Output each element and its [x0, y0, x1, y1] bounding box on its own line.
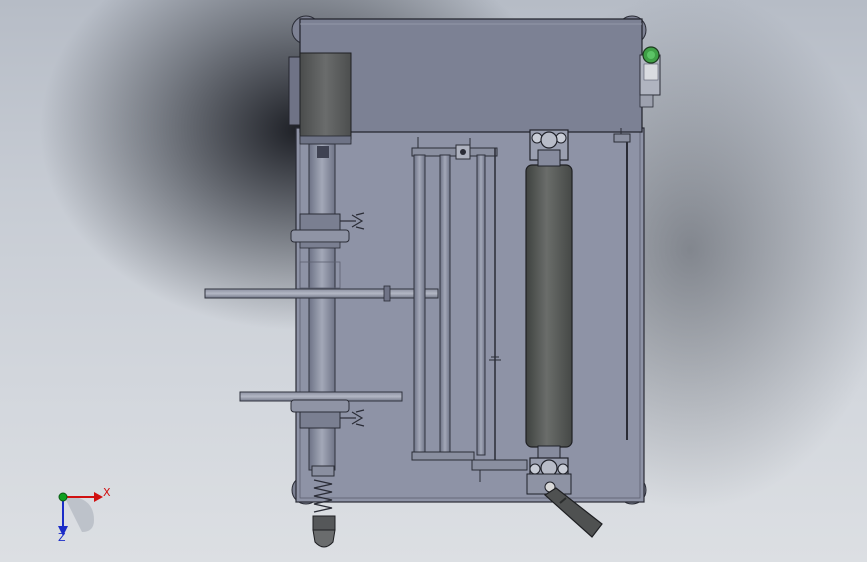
horizontal-rod-long[interactable]: [204, 288, 439, 299]
triad-z-label: Z: [58, 531, 66, 544]
cad-viewport[interactable]: X Z: [0, 0, 867, 562]
motor[interactable]: [299, 52, 352, 140]
triad-x-arrow: [94, 492, 103, 502]
coordinate-triad: [58, 492, 103, 536]
triad-y-axis: [58, 492, 68, 502]
rod-clamp: [383, 285, 391, 302]
shaft-knob[interactable]: [312, 515, 336, 548]
triad-x-label: X: [103, 486, 111, 499]
motor-flange: [299, 135, 352, 145]
lower-collar[interactable]: [290, 399, 350, 429]
control-label-plate: [643, 63, 659, 81]
right-thin-rod: [613, 133, 631, 143]
main-roller[interactable]: [525, 164, 573, 448]
machine-assembly-top-view[interactable]: [0, 0, 867, 562]
base-frame[interactable]: [295, 127, 645, 503]
upper-collar[interactable]: [290, 213, 350, 249]
guide-rod-2[interactable]: [439, 154, 451, 456]
shaft-coupling: [317, 146, 329, 158]
guide-rod-1[interactable]: [413, 154, 426, 456]
control-box-mount: [639, 94, 654, 108]
green-button-cap: [647, 51, 655, 59]
guide-rod-3[interactable]: [476, 154, 486, 456]
